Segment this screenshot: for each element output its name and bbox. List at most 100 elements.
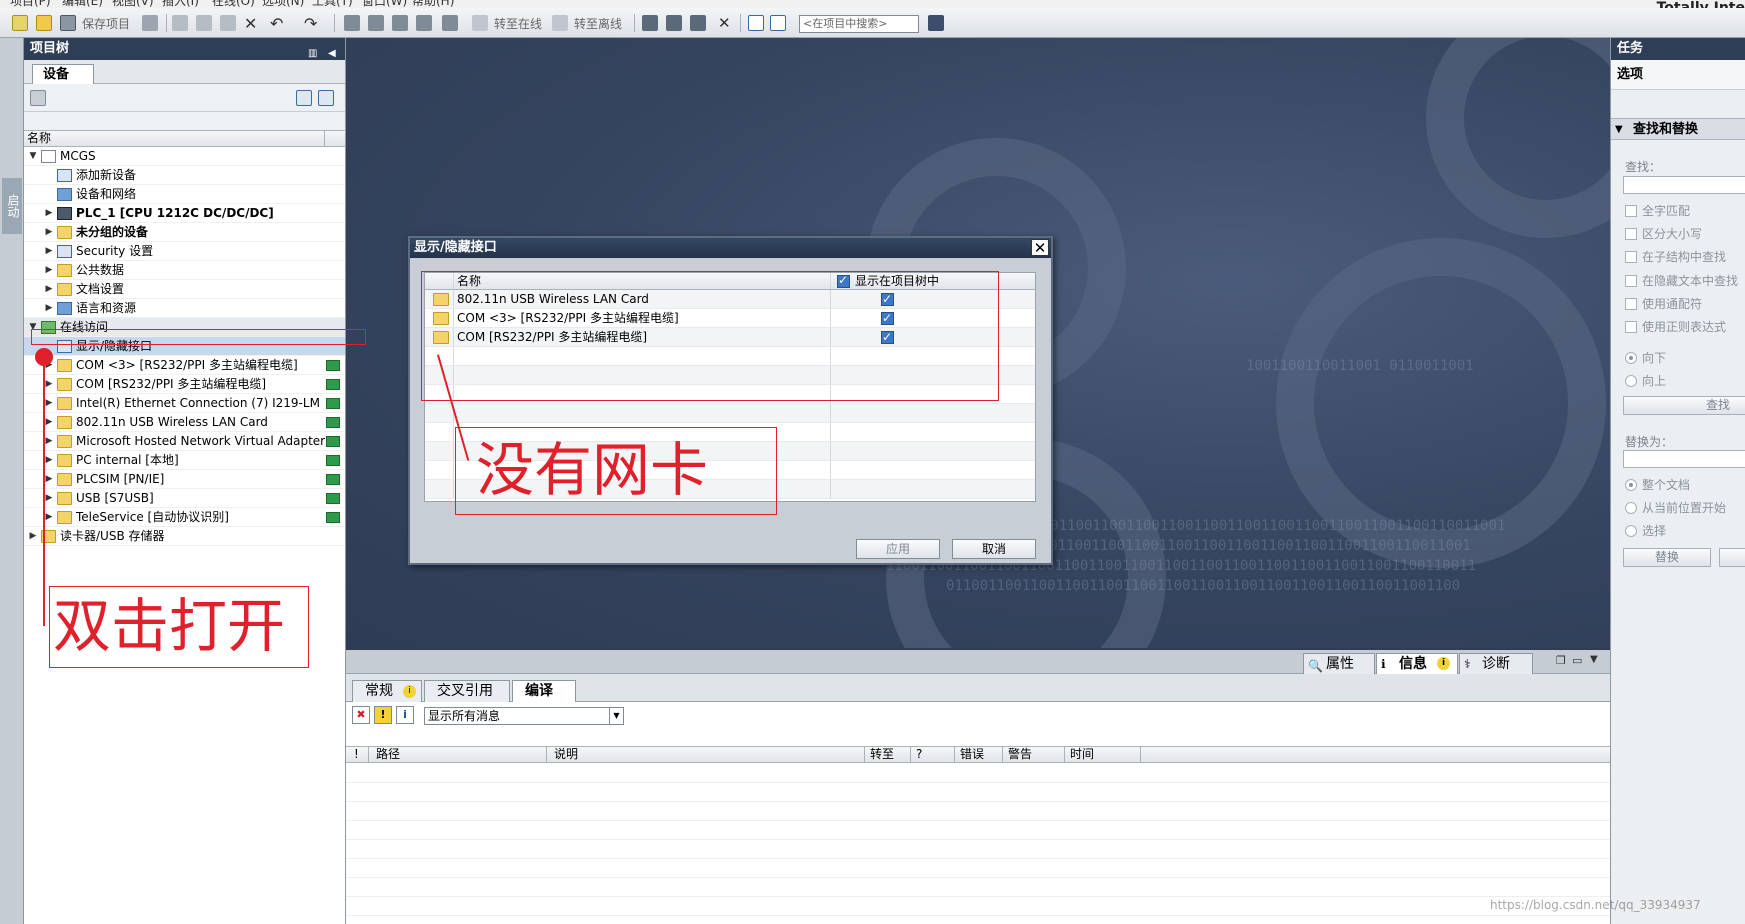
menu-project[interactable]: 项目(P): [10, 0, 51, 8]
cancel-button[interactable]: 取消: [952, 539, 1036, 559]
direction-up-radio[interactable]: 向上: [1625, 374, 1666, 388]
collapse-arrow-icon[interactable]: ▶: [44, 470, 54, 489]
collapse-arrow-icon[interactable]: ▶: [44, 299, 54, 318]
collapse-arrow-icon[interactable]: ▶: [44, 375, 54, 394]
warnings-filter-icon[interactable]: !: [374, 706, 392, 724]
collapse-arrow-icon[interactable]: ▶: [44, 223, 54, 242]
menu-online[interactable]: 在线(O): [212, 0, 255, 8]
redo-button[interactable]: ↷: [304, 13, 317, 33]
match-case-checkbox[interactable]: 区分大小写: [1625, 227, 1702, 241]
tree-item[interactable]: ▶ PC internal [本地]: [24, 451, 345, 470]
open-project-button[interactable]: [36, 13, 52, 33]
collapse-arrow-icon[interactable]: ▶: [44, 451, 54, 470]
tree-item[interactable]: 设备和网络: [24, 185, 345, 204]
apply-button[interactable]: 应用: [856, 539, 940, 559]
tree-item[interactable]: 添加新设备: [24, 166, 345, 185]
collapse-arrow-icon[interactable]: ▶: [28, 527, 38, 546]
collapse-arrow-icon[interactable]: ▶: [44, 242, 54, 261]
tree-item[interactable]: ▶ COM [RS232/PPI 多主站编程电缆]: [24, 375, 345, 394]
menu-window[interactable]: 窗口(W): [362, 0, 407, 8]
tab-properties[interactable]: 🔍 属性: [1303, 653, 1375, 674]
accessible-devices-button[interactable]: [642, 13, 658, 33]
split-vertical-button[interactable]: [770, 13, 786, 33]
collapse-arrow-icon[interactable]: ▶: [44, 261, 54, 280]
simulate-button[interactable]: [442, 13, 458, 33]
tree-item[interactable]: ▶ USB [S7USB]: [24, 489, 345, 508]
split-horizontal-button[interactable]: [748, 13, 764, 33]
scope-whole-document-radio[interactable]: 整个文档: [1625, 478, 1690, 492]
use-wildcards-checkbox[interactable]: 使用通配符: [1625, 297, 1702, 311]
paste-button[interactable]: [220, 13, 236, 33]
go-offline-button[interactable]: 转至离线: [552, 13, 622, 33]
errors-filter-icon[interactable]: ✖: [352, 706, 370, 724]
find-button[interactable]: 查找: [1623, 396, 1745, 415]
stop-cpu-button[interactable]: [690, 13, 706, 33]
collapse-arrow-icon[interactable]: ▶: [44, 413, 54, 432]
tree-item[interactable]: ▶ 语言和资源: [24, 299, 345, 318]
float-window-icon[interactable]: ❐: [1556, 654, 1566, 667]
tab-devices[interactable]: 设备: [32, 64, 94, 84]
search-project-button[interactable]: [928, 13, 944, 33]
tree-item[interactable]: ▶ Security 设置: [24, 242, 345, 261]
grid-icon[interactable]: [30, 90, 46, 106]
tree-item[interactable]: ▶ TeleService [自动协议识别]: [24, 508, 345, 527]
table-view-icon[interactable]: [296, 90, 312, 106]
message-filter-select[interactable]: 显示所有消息 ▼: [424, 707, 624, 725]
scope-from-current-radio[interactable]: 从当前位置开始: [1625, 501, 1726, 515]
collapse-arrow-icon[interactable]: ▶: [44, 280, 54, 299]
tree-item[interactable]: ▶ Microsoft Hosted Network Virtual Adapte…: [24, 432, 345, 451]
tree-item[interactable]: ▶ 未分组的设备: [24, 223, 345, 242]
go-online-button[interactable]: 转至在线: [472, 13, 542, 33]
find-replace-header[interactable]: ▼ 查找和替换: [1611, 118, 1745, 140]
collapse-arrow-icon[interactable]: ▶: [44, 394, 54, 413]
tree-item[interactable]: ▶ Intel(R) Ethernet Connection (7) I219-L…: [24, 394, 345, 413]
tab-cross-reference[interactable]: 交叉引用: [424, 680, 510, 702]
save-project-button[interactable]: 保存项目: [60, 13, 130, 33]
tab-info[interactable]: ℹ 信息 i: [1376, 653, 1458, 674]
whole-word-checkbox[interactable]: 全字匹配: [1625, 204, 1690, 218]
find-input[interactable]: [1623, 176, 1745, 194]
cut-button[interactable]: [172, 13, 188, 33]
tree-item[interactable]: ▼ MCGS: [24, 147, 345, 166]
direction-down-radio[interactable]: 向下: [1625, 351, 1666, 365]
tab-diagnostics[interactable]: ⚕ 诊断: [1459, 653, 1533, 674]
menu-options[interactable]: 选项(N): [262, 0, 304, 8]
tree-item[interactable]: ▶ PLCSIM [PN/IE]: [24, 470, 345, 489]
tab-general[interactable]: 常规 i: [352, 680, 422, 702]
upload-button[interactable]: [392, 13, 408, 33]
replace-input[interactable]: [1623, 450, 1745, 468]
collapse-arrow-icon[interactable]: ▶: [44, 432, 54, 451]
collapse-down-icon[interactable]: ▼: [1590, 654, 1598, 665]
tree-item[interactable]: ▶ 文档设置: [24, 280, 345, 299]
collapse-arrow-icon[interactable]: ▶: [44, 204, 54, 223]
menu-edit[interactable]: 编辑(E): [62, 0, 103, 8]
menu-view[interactable]: 视图(V): [112, 0, 154, 8]
compile-button[interactable]: [344, 13, 360, 33]
start-tab[interactable]: 启动: [2, 178, 22, 234]
delete-button[interactable]: ✕: [244, 13, 257, 33]
search-input[interactable]: <在项目中搜索>: [799, 15, 919, 33]
tab-compile[interactable]: 编译: [512, 680, 576, 702]
undo-button[interactable]: ↶: [270, 13, 283, 33]
start-cpu-button[interactable]: [666, 13, 682, 33]
replace-all-button[interactable]: [1719, 548, 1745, 567]
menu-insert[interactable]: 插入(I): [162, 0, 199, 8]
tree-item[interactable]: ▶ 802.11n USB Wireless LAN Card: [24, 413, 345, 432]
collapse-arrow-icon[interactable]: ▶: [44, 508, 54, 527]
tree-item[interactable]: ▶ 读卡器/USB 存储器: [24, 527, 345, 546]
dialog-close-button[interactable]: ✕: [1031, 239, 1049, 256]
print-button[interactable]: [142, 13, 158, 33]
download-button[interactable]: [368, 13, 384, 33]
tree-item[interactable]: ▶ PLC_1 [CPU 1212C DC/DC/DC]: [24, 204, 345, 223]
overview-icon[interactable]: [318, 90, 334, 106]
copy-button[interactable]: [196, 13, 212, 33]
replace-button[interactable]: 替换: [1623, 548, 1711, 567]
expand-arrow-icon[interactable]: ▼: [28, 147, 38, 166]
search-substructures-checkbox[interactable]: 在子结构中查找: [1625, 250, 1726, 264]
scope-selection-radio[interactable]: 选择: [1625, 524, 1666, 538]
menu-help[interactable]: 帮助(H): [412, 0, 454, 8]
search-hidden-text-checkbox[interactable]: 在隐藏文本中查找: [1625, 274, 1738, 288]
tree-item[interactable]: ▶ COM <3> [RS232/PPI 多主站编程电缆]: [24, 356, 345, 375]
minimize-icon[interactable]: ▭: [1572, 654, 1582, 667]
close-view-button[interactable]: ✕: [718, 13, 731, 33]
